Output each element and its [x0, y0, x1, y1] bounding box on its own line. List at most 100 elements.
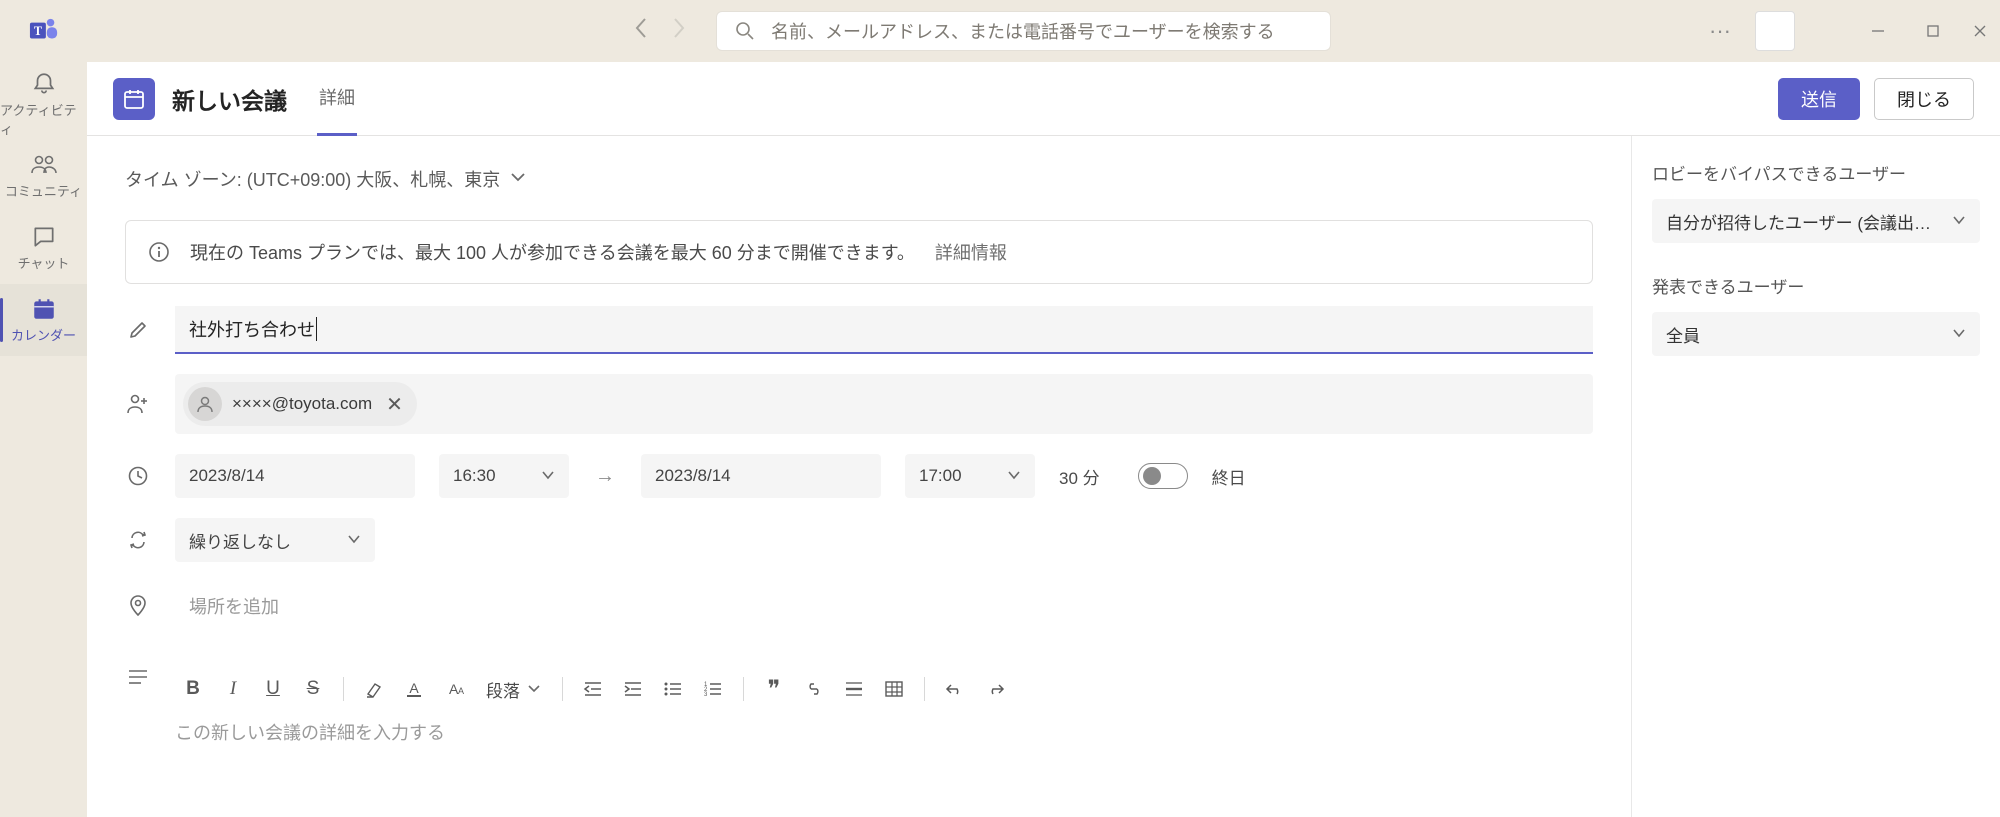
- recurrence-value: 繰り返しなし: [189, 528, 291, 553]
- location-input[interactable]: 場所を追加: [175, 582, 1593, 630]
- hr-button[interactable]: [836, 671, 872, 707]
- highlight-button[interactable]: [356, 671, 392, 707]
- description-placeholder[interactable]: この新しい会議の詳細を入力する: [175, 715, 1593, 749]
- meeting-icon: [113, 78, 155, 120]
- quote-button[interactable]: ❞: [756, 671, 792, 707]
- recurrence-icon: [125, 527, 151, 553]
- title-bar-right: ···: [1685, 0, 2000, 62]
- chevron-down-icon: [1952, 325, 1966, 343]
- indent-increase-button[interactable]: [615, 671, 651, 707]
- bullet-list-button[interactable]: [655, 671, 691, 707]
- maximize-icon[interactable]: [1905, 0, 1960, 62]
- location-row: 場所を追加: [125, 582, 1593, 630]
- attendee-email: ××××@toyota.com: [232, 394, 372, 414]
- location-icon: [125, 593, 151, 619]
- info-icon: [148, 241, 170, 263]
- attendees-row: ××××@toyota.com ✕: [125, 374, 1593, 434]
- form-area: タイム ゾーン: (UTC+09:00) 大阪、札幌、東京 現在の Teams …: [87, 136, 1632, 817]
- close-window-icon[interactable]: [1960, 0, 2000, 62]
- start-date-value: 2023/8/14: [189, 466, 265, 486]
- undo-button[interactable]: [937, 671, 973, 707]
- description-row: B I U S A AA 段落: [125, 656, 1593, 749]
- font-color-button[interactable]: A: [396, 671, 432, 707]
- strikethrough-button[interactable]: S: [295, 671, 331, 707]
- close-button[interactable]: 閉じる: [1874, 78, 1974, 120]
- numbered-list-button[interactable]: 123: [695, 671, 731, 707]
- history-nav: [634, 17, 686, 45]
- rail-label: コミュニティ: [5, 181, 82, 200]
- rail-label: カレンダー: [11, 325, 76, 344]
- person-icon: [188, 387, 222, 421]
- redo-button[interactable]: [977, 671, 1013, 707]
- duration-value: 30 分: [1059, 464, 1100, 489]
- clock-icon: [125, 463, 151, 489]
- font-size-button[interactable]: AA: [436, 671, 472, 707]
- lobby-bypass-select[interactable]: 自分が招待したユーザー (会議出席...: [1652, 199, 1980, 243]
- account-avatar[interactable]: [1755, 11, 1795, 51]
- description-editor[interactable]: B I U S A AA 段落: [175, 666, 1593, 749]
- end-time-input[interactable]: 17:00: [905, 454, 1035, 498]
- paragraph-style-select[interactable]: 段落: [476, 672, 550, 706]
- underline-button[interactable]: U: [255, 671, 291, 707]
- chevron-down-icon: [347, 531, 361, 549]
- banner-message: 現在の Teams プランでは、最大 100 人が参加できる会議を最大 60 分…: [190, 239, 915, 265]
- toolbar-separator: [562, 677, 563, 701]
- chevron-down-icon: [541, 467, 555, 485]
- attendees-input[interactable]: ××××@toyota.com ✕: [175, 374, 1593, 434]
- svg-text:A: A: [458, 686, 464, 696]
- chevron-down-icon: [1952, 212, 1966, 230]
- rail-label: チャット: [18, 253, 70, 272]
- forward-icon[interactable]: [672, 17, 686, 45]
- title-bar: T 名前、メールアドレス、または電話番号でユーザーを検索する ···: [0, 0, 2000, 62]
- toolbar-separator: [343, 677, 344, 701]
- indent-decrease-button[interactable]: [575, 671, 611, 707]
- allday-label: 終日: [1212, 464, 1246, 489]
- paragraph-style-value: 段落: [486, 677, 520, 702]
- svg-text:A: A: [409, 680, 419, 696]
- presenter-select[interactable]: 全員: [1652, 312, 1980, 356]
- meeting-options-panel: ロビーをバイパスできるユーザー 自分が招待したユーザー (会議出席... 発表で…: [1632, 136, 2000, 817]
- svg-text:3: 3: [704, 692, 708, 698]
- attendees-icon: [125, 391, 151, 417]
- start-date-input[interactable]: 2023/8/14: [175, 454, 415, 498]
- chat-icon: [31, 224, 57, 250]
- timezone-label: タイム ゾーン: (UTC+09:00) 大阪、札幌、東京: [125, 166, 500, 192]
- tab-details[interactable]: 詳細: [317, 62, 357, 136]
- rail-activity[interactable]: アクティビティ: [0, 68, 87, 140]
- italic-button[interactable]: I: [215, 671, 251, 707]
- remove-attendee-icon[interactable]: ✕: [386, 392, 403, 417]
- allday-toggle[interactable]: [1138, 463, 1188, 489]
- link-button[interactable]: [796, 671, 832, 707]
- attendee-chip[interactable]: ××××@toyota.com ✕: [183, 382, 417, 426]
- app-rail: アクティビティ コミュニティ チャット カレンダー: [0, 62, 87, 817]
- rail-chat[interactable]: チャット: [0, 212, 87, 284]
- arrow-right-icon: →: [593, 465, 617, 488]
- people-icon: [30, 152, 58, 178]
- end-date-input[interactable]: 2023/8/14: [641, 454, 881, 498]
- page-title: 新しい会議: [172, 82, 287, 116]
- edit-icon: [125, 317, 151, 343]
- send-button[interactable]: 送信: [1778, 78, 1860, 120]
- banner-link[interactable]: 詳細情報: [935, 239, 1007, 265]
- bold-button[interactable]: B: [175, 671, 211, 707]
- timezone-selector[interactable]: タイム ゾーン: (UTC+09:00) 大阪、札幌、東京: [125, 166, 1593, 192]
- start-time-value: 16:30: [453, 466, 496, 486]
- description-icon: [125, 664, 151, 690]
- meeting-title-value: 社外打ち合わせ: [189, 316, 315, 342]
- command-bar: 新しい会議 詳細 送信 閉じる: [87, 62, 2000, 136]
- main-area: タイム ゾーン: (UTC+09:00) 大阪、札幌、東京 現在の Teams …: [87, 136, 2000, 817]
- rail-calendar[interactable]: カレンダー: [0, 284, 87, 356]
- recurrence-select[interactable]: 繰り返しなし: [175, 518, 375, 562]
- rail-community[interactable]: コミュニティ: [0, 140, 87, 212]
- presenter-value: 全員: [1666, 322, 1700, 347]
- search-box[interactable]: 名前、メールアドレス、または電話番号でユーザーを検索する: [716, 11, 1331, 51]
- table-button[interactable]: [876, 671, 912, 707]
- chevron-down-icon: [510, 170, 526, 188]
- chevron-down-icon: [528, 680, 540, 698]
- minimize-icon[interactable]: [1850, 0, 1905, 62]
- back-icon[interactable]: [634, 17, 648, 45]
- presenter-label: 発表できるユーザー: [1652, 273, 1980, 298]
- more-icon[interactable]: ···: [1685, 18, 1755, 44]
- start-time-input[interactable]: 16:30: [439, 454, 569, 498]
- meeting-title-input[interactable]: 社外打ち合わせ: [175, 306, 1593, 354]
